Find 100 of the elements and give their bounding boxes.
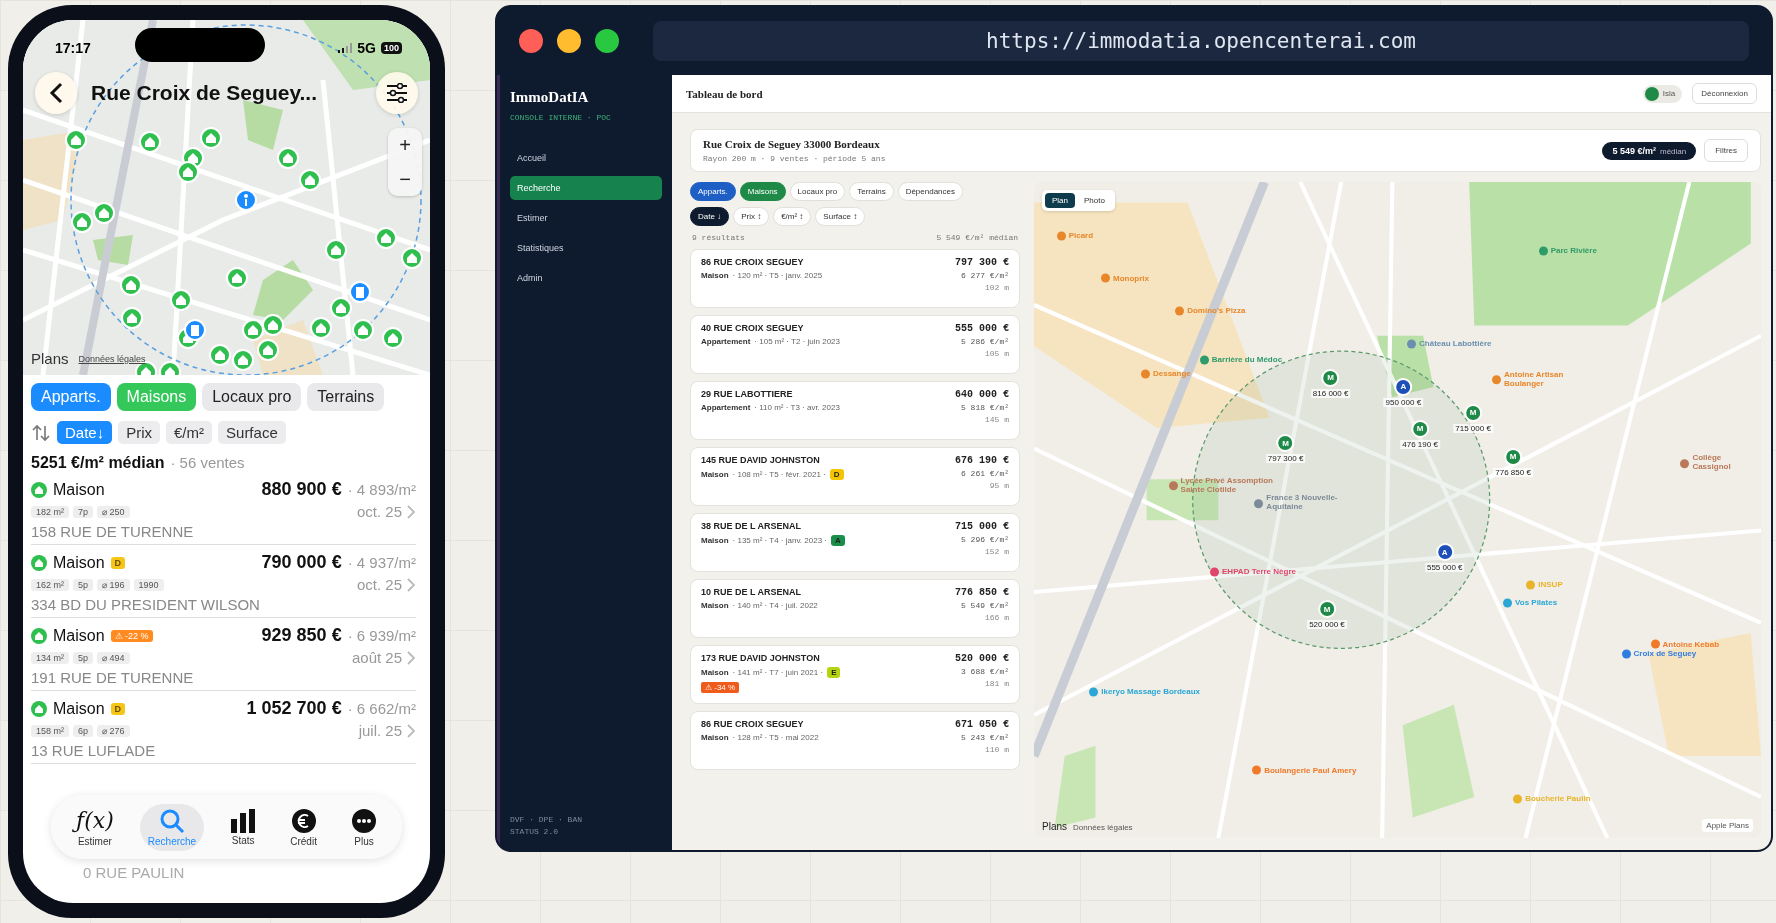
listing-row[interactable]: Maison ⚠ -22 % 929 850 € · 6 939/m² 134 m² 5p ⌀ 494 août 25 191 RUE DE TURENNE [31, 618, 416, 691]
chevron-left-icon [49, 82, 63, 104]
place-marker-icon[interactable] [1089, 687, 1099, 697]
property-type: Maison [53, 626, 105, 645]
close-button[interactable] [519, 29, 543, 53]
nav-item[interactable]: Admin [510, 266, 662, 290]
listing-details: · 128 m² · T5 · mai 2022 [732, 733, 819, 742]
map-mode-tab[interactable]: Photo [1077, 193, 1112, 208]
type-filter-chip[interactable]: Dépendances [897, 182, 963, 201]
tab-bar-item[interactable]: Stats [222, 804, 265, 850]
filters-button[interactable]: Filtres [1704, 139, 1748, 162]
type-filter-chip[interactable]: Locaux pro [202, 383, 302, 411]
type-filter-chip[interactable]: Apparts. [690, 182, 736, 201]
legal-link[interactable]: Données légales [78, 353, 146, 364]
sort-chip[interactable]: €/m² [166, 421, 213, 444]
listing-address: 158 RUE DE TURENNE [31, 523, 195, 540]
dpe-badge: E [827, 667, 841, 678]
place-marker-icon[interactable] [1538, 246, 1548, 256]
tab-bar-item[interactable]: ƒ(x) Estimer [68, 803, 122, 851]
listing-card[interactable]: 86 RUE CROIX SEGUEY Maison · 128 m² · T5 · mai 2022 671 050 € 5 243 €/m² 110 m [690, 711, 1020, 770]
listing-card[interactable]: 40 RUE CROIX SEGUEY Appartement · 105 m² · T2 · juin 2023 555 000 € 5 286 €/m² 105 m [690, 315, 1020, 374]
place-marker-icon[interactable] [1513, 794, 1523, 804]
battery-level: 100 [380, 42, 402, 54]
search-address: Rue Croix de Seguey 33000 Bordeaux [703, 138, 881, 150]
place-marker-icon[interactable] [1492, 375, 1502, 385]
listing-card[interactable]: 38 RUE DE L ARSENAL Maison · 135 m² · T4 · janv. 2023 · A 715 000 € 5 296 €/m² 152 m [690, 513, 1020, 572]
place-label: Lycée Privé Assomption Sainte Clotilde [1180, 476, 1274, 495]
listing-card[interactable]: 10 RUE DE L ARSENAL Maison · 140 m² · T4 · juil. 2022 776 850 € 5 549 €/m² 166 m [690, 579, 1020, 638]
minimize-button[interactable] [557, 29, 581, 53]
map-mode-tab[interactable]: Plan [1045, 193, 1075, 208]
listing-card[interactable]: 29 RUE LABOTTIERE Appartement · 110 m² · T3 · avr. 2023 640 000 € 5 818 €/m² 145 m [690, 381, 1020, 440]
place-marker-icon[interactable] [1621, 649, 1631, 659]
listing-address: 40 RUE CROIX SEGUEY [701, 323, 805, 333]
sale-price: 790 000 € [261, 552, 342, 573]
sort-chip[interactable]: Surface ↕ [815, 207, 866, 226]
place-label: Boulangerie Paul Amery [1264, 766, 1357, 775]
sort-chip[interactable]: Prix ↕ [733, 207, 770, 226]
page-title: Tableau de bord [686, 87, 763, 100]
detail-tag: 158 m² [31, 724, 69, 737]
nav-item[interactable]: Recherche [510, 176, 662, 200]
address-bar[interactable]: https://immodatia.opencenterai.com [653, 21, 1749, 61]
listing-row[interactable]: Maison D 790 000 € · 4 937/m² 162 m² 5p ⌀ 196 1990 oct. 25 334 BD DU PRESIDENT WILSON [31, 545, 416, 618]
place-marker-icon[interactable] [1650, 639, 1660, 649]
type-filter-chip[interactable]: Locaux pro [789, 182, 846, 201]
maximize-button[interactable] [595, 29, 619, 53]
listing-details: · 141 m² · T7 · juin 2021 · [732, 668, 824, 677]
zoom-in-button[interactable]: + [388, 128, 422, 162]
place-marker-icon[interactable] [1526, 580, 1536, 590]
place-marker-icon[interactable] [1100, 273, 1110, 283]
type-filter-chip[interactable]: Terrains [307, 383, 385, 411]
place-marker-icon[interactable] [1254, 498, 1264, 508]
sale-price: 776 850 € [955, 587, 1009, 598]
listing-address: 86 RUE CROIX SEGUEY [701, 257, 805, 267]
sale-date: juil. 25 [358, 722, 402, 739]
house-icon [31, 554, 47, 571]
place-marker-icon[interactable] [1680, 458, 1690, 468]
place-marker-icon[interactable] [1407, 339, 1417, 349]
type-filter-chip[interactable]: Terrains [849, 182, 894, 201]
nav-item[interactable]: Accueil [510, 146, 662, 170]
sort-chip[interactable]: Date ↓ [690, 207, 730, 226]
listing-row[interactable]: Maison 880 900 € · 4 893/m² 182 m² 7p ⌀ 250 oct. 25 158 RUE DE TURENNE [31, 472, 416, 545]
tab-bar-item[interactable]: Crédit [282, 803, 325, 851]
sale-date: oct. 25 [356, 576, 402, 593]
listing-row[interactable]: Maison D 1 052 700 € · 6 662/m² 158 m² 6p ⌀ 276 juil. 25 13 RUE LUFLADE [31, 691, 416, 764]
distance: 181 m [985, 679, 1009, 688]
signal-icon [338, 43, 353, 53]
type-filter-chip[interactable]: Maisons [739, 182, 786, 201]
place-marker-icon[interactable] [1056, 231, 1066, 241]
bar-chart-icon [230, 808, 257, 833]
user-badge[interactable]: Isla [1642, 84, 1683, 103]
price-per-m2: 5 549 €/m² [961, 601, 1009, 610]
footer-text: DVF · DPE · BAN [510, 815, 583, 824]
place-marker-icon[interactable] [1252, 765, 1262, 775]
property-type: Maison [701, 536, 729, 545]
listing-card[interactable]: 145 RUE DAVID JOHNSTON Maison · 108 m² · T5 · févr. 2021 · D 676 190 € 6 261 €/m² 95 m [690, 447, 1020, 506]
place-marker-icon[interactable] [1168, 481, 1178, 491]
place-label: Boucherie Paulin [1525, 794, 1591, 803]
nav-item[interactable]: Estimer [510, 206, 662, 230]
place-marker-icon[interactable] [1199, 355, 1209, 365]
place-marker-icon[interactable] [1503, 598, 1512, 608]
logout-button[interactable]: Déconnexion [1692, 83, 1757, 104]
listing-address: 29 RUE LABOTTIERE [701, 389, 794, 399]
place-marker-icon[interactable] [1175, 306, 1185, 316]
tab-bar-item[interactable]: Plus [342, 803, 385, 851]
listing-card[interactable]: 173 RUE DAVID JOHNSTON Maison · 141 m² · T7 · juin 2021 · E ⚠ -34 % 520 000 € 3 688 €/m² 181 m [690, 645, 1020, 704]
listing-address: 10 RUE DE L ARSENAL [701, 587, 803, 597]
app-logo: ImmoDatIA [510, 89, 590, 106]
listing-card[interactable]: 86 RUE CROIX SEGUEY Maison · 120 m² · T5 · janv. 2025 797 300 € 6 277 €/m² 102 m [690, 249, 1020, 308]
listing-address: 191 RUE DE TURENNE [31, 669, 195, 686]
sort-chip[interactable]: €/m² ↕ [773, 207, 812, 226]
nav-item[interactable]: Statistiques [510, 236, 662, 260]
zoom-out-button[interactable]: − [388, 162, 422, 196]
footer-text: STATUS 2.0 [510, 827, 559, 836]
sort-chip[interactable]: Surface [218, 421, 286, 444]
price-label: 797 300 € [1265, 454, 1306, 464]
listing-details: · 120 m² · T5 · janv. 2025 [732, 271, 823, 280]
legal-link[interactable]: Données légales [1073, 823, 1133, 832]
place-marker-icon[interactable] [1210, 567, 1219, 577]
sort-chip[interactable]: Prix [118, 421, 161, 444]
place-marker-icon[interactable] [1140, 369, 1150, 379]
